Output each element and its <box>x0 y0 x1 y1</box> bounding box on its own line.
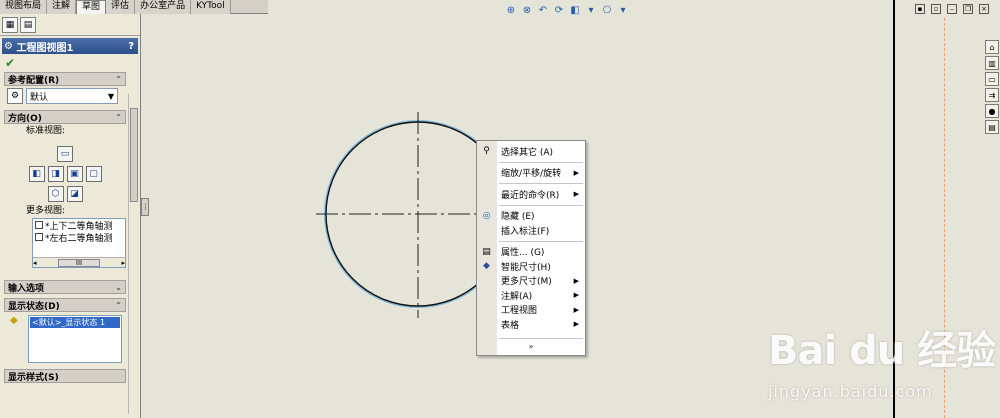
menu-item-tables[interactable]: 表格 ▶ <box>477 317 585 332</box>
baidu-watermark: Bai du 经验 jingyan.baidu.com <box>768 318 996 401</box>
design-library-icon[interactable]: ▥ <box>985 56 999 70</box>
menu-item-smart-dimension[interactable]: ◆ 智能尺寸(H) <box>477 259 585 274</box>
submenu-arrow-icon: ▶ <box>573 276 579 285</box>
select-other-icon: ⚲ <box>483 146 490 157</box>
menu-separator <box>499 204 583 206</box>
menu-item-hide[interactable]: ◎ 隐藏 (E) <box>477 209 585 224</box>
smart-dimension-icon: ◆ <box>483 261 490 272</box>
menu-item-properties[interactable]: ▤ 属性... (G) <box>477 245 585 260</box>
hide-icon: ◎ <box>482 210 491 221</box>
watermark-url: jingyan.baidu.com <box>768 382 933 401</box>
menu-item-recent-commands[interactable]: 最近的命令(R) ▶ <box>477 187 585 202</box>
task-pane-tabs: ⌂ ▥ ▭ ⇉ ● ▤ <box>985 40 1000 134</box>
properties-icon: ▤ <box>482 246 491 257</box>
menu-item-zoom-pan-rotate[interactable]: 缩放/平移/旋转 ▶ <box>477 166 585 181</box>
submenu-arrow-icon: ▶ <box>573 305 579 314</box>
submenu-arrow-icon: ▶ <box>573 291 579 300</box>
menu-separator <box>499 337 583 339</box>
file-explorer-icon[interactable]: ▭ <box>985 72 999 86</box>
submenu-arrow-icon: ▶ <box>573 320 579 329</box>
home-icon[interactable]: ⌂ <box>985 40 999 54</box>
menu-separator <box>499 161 583 163</box>
menu-item-annotations[interactable]: 注解(A) ▶ <box>477 288 585 303</box>
menu-item-drawing-views[interactable]: 工程视图 ▶ <box>477 303 585 318</box>
menu-item-select-other[interactable]: ⚲ 选择其它 (A) <box>477 144 585 159</box>
menu-item-more-dimensions[interactable]: 更多尺寸(M) ▶ <box>477 274 585 289</box>
submenu-arrow-icon: ▶ <box>573 168 579 177</box>
menu-separator <box>499 183 583 184</box>
appearances-icon[interactable]: ● <box>985 104 999 118</box>
view-palette-icon[interactable]: ⇉ <box>985 88 999 102</box>
menu-separator <box>499 240 583 242</box>
custom-properties-icon[interactable]: ▤ <box>985 120 999 134</box>
expand-menu-icon[interactable]: » <box>477 342 585 351</box>
watermark-brand: Bai du 经验 <box>768 328 996 374</box>
menu-item-insert-annotation[interactable]: 插入标注(F) <box>477 223 585 238</box>
context-menu: ⚲ 选择其它 (A) 缩放/平移/旋转 ▶ 最近的命令(R) ▶ ◎ 隐藏 (E… <box>476 140 586 356</box>
submenu-arrow-icon: ▶ <box>573 190 579 199</box>
